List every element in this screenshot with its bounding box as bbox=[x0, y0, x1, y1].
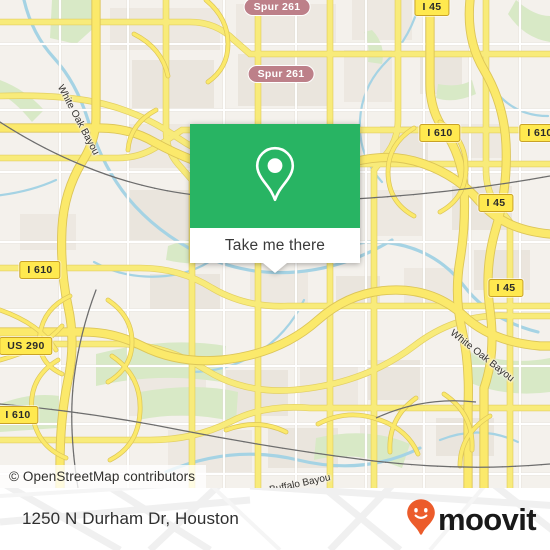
popup-cta-panel[interactable]: Take me there bbox=[190, 228, 360, 263]
moovit-wordmark: moovit bbox=[437, 501, 537, 537]
map-canvas[interactable]: .blk { fill:#ece7e0; } .blk2 { fill:#e9e… bbox=[0, 0, 550, 488]
popup-tail-pointer bbox=[263, 263, 287, 273]
moovit-logo[interactable]: moovit bbox=[406, 498, 537, 541]
osm-attribution-text: © OpenStreetMap contributors bbox=[9, 469, 196, 484]
popup-pin-panel bbox=[190, 124, 360, 228]
map-pin-icon bbox=[251, 145, 299, 207]
take-me-there-label: Take me there bbox=[224, 236, 326, 254]
osm-attribution[interactable]: © OpenStreetMap contributors bbox=[0, 465, 207, 488]
footer-bar: 1250 N Durham Dr, Houston moovit bbox=[0, 488, 550, 550]
moovit-smiling-pin-icon bbox=[406, 498, 436, 541]
address-label: 1250 N Durham Dr, Houston bbox=[22, 509, 239, 528]
location-popup-card[interactable]: Take me there bbox=[190, 124, 360, 273]
